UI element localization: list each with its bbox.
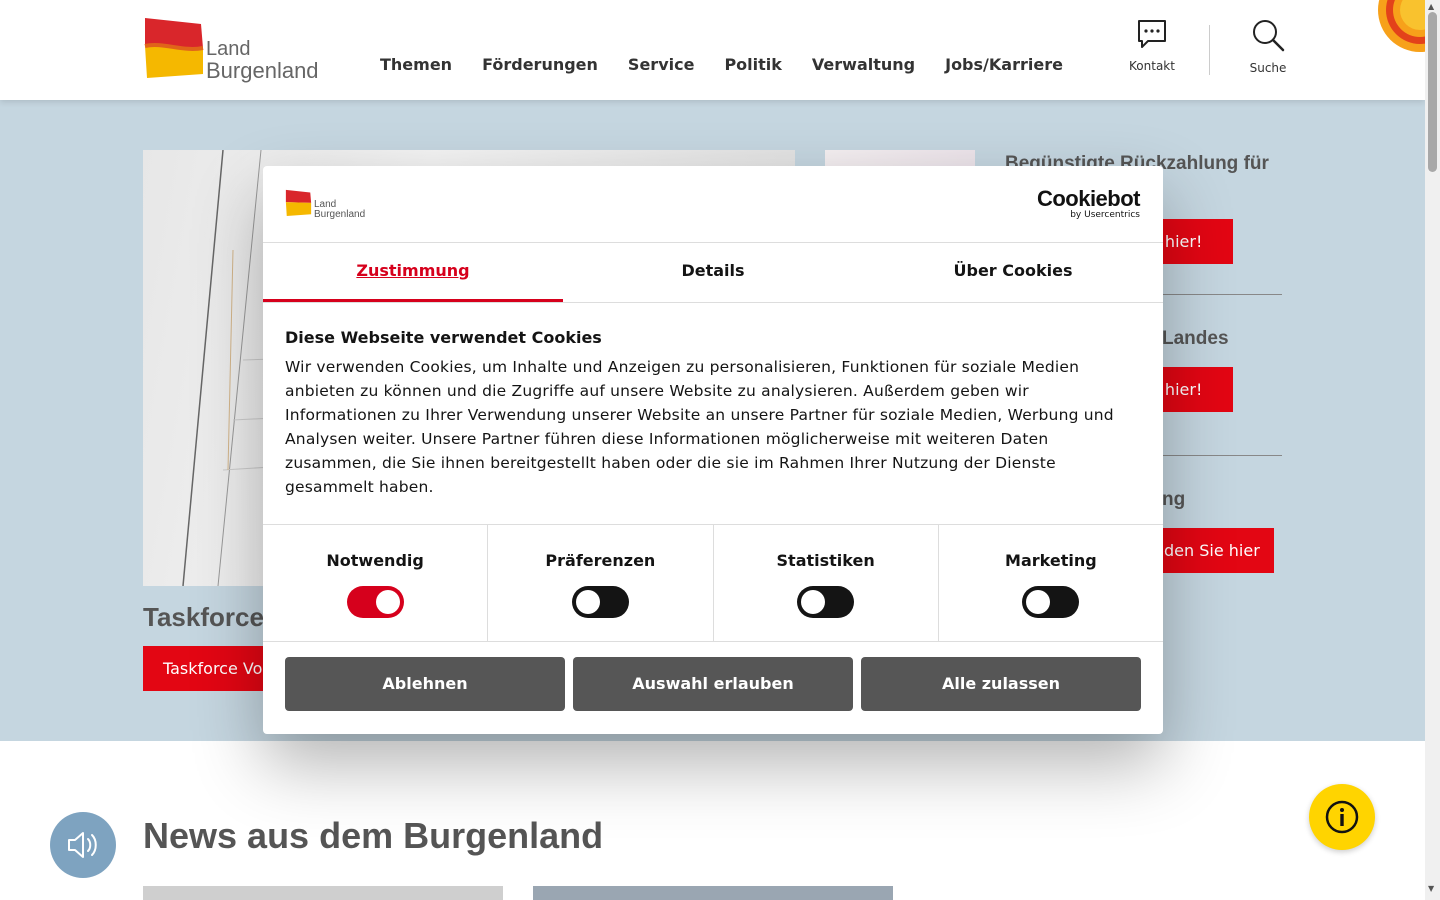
dialog-buttons: Ablehnen Auswahl erlauben Alle zulassen xyxy=(285,657,1141,711)
toggle-statistiken[interactable] xyxy=(797,586,855,618)
dialog-logo-text-burgenland: Burgenland xyxy=(314,209,366,220)
cookiebot-brand: Cookiebot xyxy=(1036,186,1141,211)
cookiebot-logo[interactable]: Cookiebot by Usercentrics xyxy=(1036,186,1141,221)
dialog-tabs: Zustimmung Details Über Cookies xyxy=(263,243,1163,303)
tab-ueber-cookies[interactable]: Über Cookies xyxy=(863,243,1163,302)
burgenland-flag-icon xyxy=(285,189,312,216)
allow-selection-button[interactable]: Auswahl erlauben xyxy=(573,657,853,711)
decline-button[interactable]: Ablehnen xyxy=(285,657,565,711)
category-label: Präferenzen xyxy=(545,551,656,570)
category-statistiken: Statistiken xyxy=(714,525,939,641)
scroll-up-icon[interactable]: ▲ xyxy=(1428,2,1434,11)
category-label: Statistiken xyxy=(776,551,875,570)
consent-categories: Notwendig Präferenzen Statistiken Market… xyxy=(263,524,1163,642)
toggle-marketing[interactable] xyxy=(1022,586,1080,618)
dialog-site-logo: Land Burgenland xyxy=(285,189,365,220)
dialog-header: Land Burgenland Cookiebot by Usercentric… xyxy=(263,166,1163,243)
category-label: Notwendig xyxy=(326,551,424,570)
info-icon xyxy=(1325,800,1359,834)
toggle-knob xyxy=(1026,590,1051,614)
dialog-heading: Diese Webseite verwendet Cookies xyxy=(285,328,602,347)
toggle-knob xyxy=(375,590,400,614)
toggle-knob xyxy=(801,590,826,614)
scrollbar-thumb[interactable] xyxy=(1428,12,1437,172)
category-praeferenzen: Präferenzen xyxy=(488,525,714,641)
category-marketing: Marketing xyxy=(939,525,1163,641)
tab-zustimmung[interactable]: Zustimmung xyxy=(263,243,563,302)
toggle-knob xyxy=(575,590,600,614)
category-label: Marketing xyxy=(1005,551,1097,570)
scroll-down-icon[interactable]: ▼ xyxy=(1428,884,1434,893)
cookiebot-byline: by Usercentrics xyxy=(1070,210,1140,220)
scrollbar[interactable]: ▲ ▼ xyxy=(1425,0,1440,900)
dialog-text: Wir verwenden Cookies, um Inhalte und An… xyxy=(285,358,1114,496)
dialog-body: Diese Webseite verwendet Cookies Wir ver… xyxy=(285,328,1135,499)
info-button[interactable] xyxy=(1309,784,1375,850)
toggle-notwendig[interactable] xyxy=(346,586,404,618)
category-notwendig: Notwendig xyxy=(263,525,489,641)
toggle-praeferenzen[interactable] xyxy=(571,586,629,618)
tab-details[interactable]: Details xyxy=(563,243,863,302)
allow-all-button[interactable]: Alle zulassen xyxy=(861,657,1141,711)
cookie-consent-dialog: Land Burgenland Cookiebot by Usercentric… xyxy=(263,166,1163,734)
